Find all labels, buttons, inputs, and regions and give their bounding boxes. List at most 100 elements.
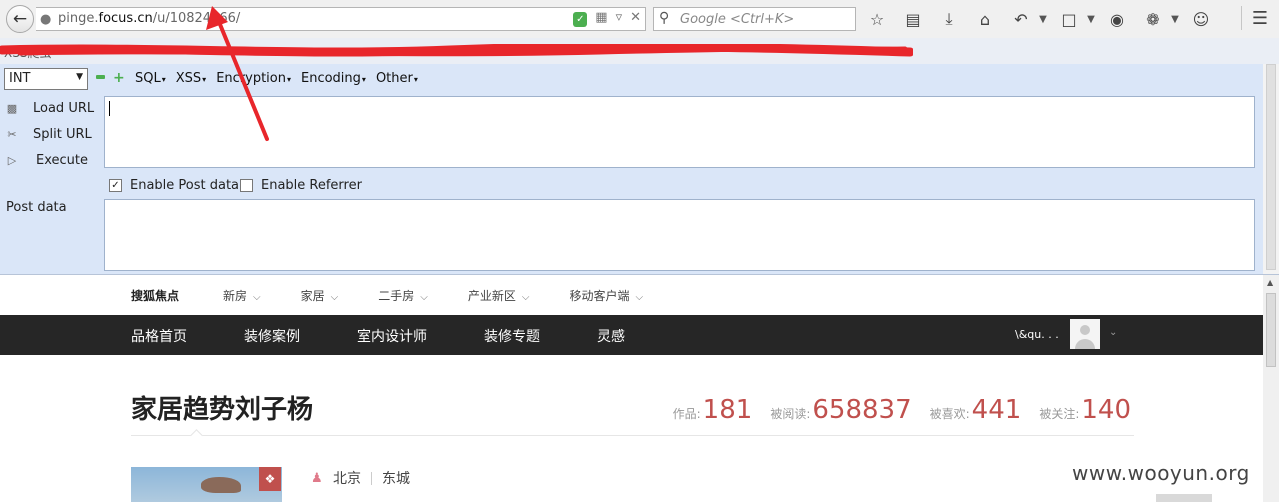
minus-icon[interactable]	[96, 75, 105, 79]
stat-views-label: 被阅读:	[770, 407, 811, 421]
plus-icon[interactable]: +	[113, 70, 125, 86]
scissors-icon: ✂	[7, 127, 17, 141]
close-icon[interactable]: ✕	[630, 10, 641, 27]
stat-followers-label: 被关注:	[1039, 407, 1080, 421]
location: ♟ 北京 东城	[311, 468, 410, 488]
stat-followers-value: 140	[1081, 395, 1131, 425]
chevron-down-icon[interactable]: ⌄	[1109, 327, 1117, 338]
bug-icon[interactable]: ❁	[1142, 8, 1164, 30]
web-page: 搜狐焦点 新房 家居 二手房 产业新区 移动客户端 品格首页 装修案例 室内设计…	[0, 275, 1263, 502]
split-url-button[interactable]: ✂ Split URL	[4, 126, 92, 142]
url-text[interactable]: pinge.focus.cn/u/10824366/	[58, 11, 240, 26]
scroll-up-icon[interactable]: ▲	[1267, 278, 1273, 287]
dropdown-arrow-icon[interactable]: ▿	[616, 10, 623, 27]
enable-post-label: Enable Post data	[130, 178, 240, 193]
nav-cases[interactable]: 装修案例	[244, 326, 300, 346]
stat-works-value: 181	[702, 395, 753, 425]
url-prefix: pinge.	[58, 11, 99, 26]
enable-referrer-checkbox[interactable]: Enable Referrer	[240, 178, 362, 193]
nav-designers[interactable]: 室内设计师	[357, 326, 427, 346]
enable-post-checkbox[interactable]: ✓ Enable Post data	[109, 178, 239, 193]
bug-dropdown-icon[interactable]: ▼	[1170, 8, 1180, 30]
smiley-icon[interactable]: ☺	[1190, 8, 1212, 30]
subnav-industry[interactable]: 产业新区	[468, 287, 530, 304]
main-nav: 品格首页 装修案例 室内设计师 装修专题 灵感 \&qu. . . ⌄	[0, 315, 1263, 355]
crop-dropdown-icon[interactable]: ▼	[1086, 8, 1096, 30]
browser-navbar: ← ● pinge.focus.cn/u/10824366/ ✓ ▦ ▿ ✕ ⚲…	[0, 0, 1279, 38]
stat-views-value: 658837	[812, 395, 912, 425]
qr-code-icon[interactable]: ▦	[595, 10, 607, 27]
back-arrow-icon[interactable]: ←	[6, 5, 34, 33]
divider-pointer	[190, 429, 203, 442]
search-icon: ⚲	[659, 10, 670, 26]
profile-stats: 作品: 181 被阅读: 658837 被喜欢: 441 被关注: 140	[655, 395, 1131, 425]
execute-button[interactable]: ▷ Execute	[4, 152, 88, 168]
checkbox-unchecked-icon	[240, 179, 253, 192]
stat-likes-label: 被喜欢:	[929, 407, 970, 421]
crop-icon[interactable]: □	[1058, 8, 1080, 30]
bookmark-star-icon[interactable]: ☆	[866, 8, 888, 30]
url-bar[interactable]: ● pinge.focus.cn/u/10824366/ ✓ ▦ ▿ ✕	[36, 7, 646, 31]
url-textarea[interactable]	[104, 96, 1255, 168]
redaction-scribble	[0, 44, 913, 57]
brand-link[interactable]: 搜狐焦点	[131, 287, 179, 304]
page-scroll-thumb[interactable]	[1266, 293, 1276, 367]
top-subnav: 搜狐焦点 新房 家居 二手房 产业新区 移动客户端	[0, 275, 1263, 315]
load-url-icon: ▩	[6, 101, 18, 115]
hackbar-scrollbar[interactable]	[1263, 64, 1279, 274]
award-ribbon-icon: ❖	[259, 467, 281, 491]
location-district: 东城	[382, 471, 410, 487]
undo-dropdown-icon[interactable]: ▼	[1038, 8, 1048, 30]
undo-icon[interactable]: ↶	[1010, 8, 1032, 30]
nav-topics[interactable]: 装修专题	[484, 326, 540, 346]
type-select[interactable]: INT ▼	[4, 68, 88, 90]
hackbar-scroll-thumb[interactable]	[1266, 64, 1276, 270]
watermark: www.wooyun.org	[1072, 461, 1250, 485]
page-scrollbar[interactable]: ▲	[1263, 275, 1279, 502]
search-placeholder: Google <Ctrl+K>	[680, 12, 795, 27]
menu-sql[interactable]: SQL	[135, 71, 166, 86]
url-path: /u/10824366/	[152, 11, 241, 26]
stat-works-label: 作品:	[672, 407, 701, 421]
checkbox-checked-icon: ✓	[109, 179, 122, 192]
menu-other[interactable]: Other	[376, 71, 418, 86]
home-icon[interactable]: ⌂	[974, 8, 996, 30]
hamburger-menu-icon[interactable]: ☰	[1249, 7, 1271, 29]
avatar-head-shape	[1080, 325, 1090, 335]
post-data-label: Post data	[6, 200, 67, 215]
subnav-new-homes[interactable]: 新房	[223, 287, 261, 304]
search-bar[interactable]: ⚲ Google <Ctrl+K>	[653, 7, 856, 31]
download-icon[interactable]: ⤓	[938, 8, 960, 30]
split-url-label: Split URL	[33, 126, 92, 142]
grey-button-fragment[interactable]	[1156, 494, 1212, 502]
avatar[interactable]	[1070, 319, 1100, 349]
location-separator	[371, 471, 372, 485]
nav-inspiration[interactable]: 灵感	[597, 326, 625, 346]
text-caret	[109, 101, 110, 116]
menu-encoding[interactable]: Encoding	[301, 71, 366, 86]
menu-encryption[interactable]: Encryption	[216, 71, 291, 86]
load-url-button[interactable]: ▩ Load URL	[4, 100, 94, 116]
profile-name: 家居趋势刘子杨	[131, 395, 314, 425]
play-icon: ▷	[7, 153, 17, 167]
stat-likes-value: 441	[971, 395, 1022, 425]
nav-home[interactable]: 品格首页	[131, 326, 187, 346]
subnav-second-hand[interactable]: 二手房	[378, 287, 428, 304]
avatar-body-shape	[1075, 339, 1095, 349]
post-data-textarea[interactable]	[104, 199, 1255, 271]
menu-xss[interactable]: XSS	[176, 71, 206, 86]
chat-bubble-icon[interactable]: ◉	[1106, 8, 1128, 30]
hackbar-panel: INT ▼ + SQL XSS Encryption Encoding Othe…	[0, 64, 1279, 275]
subnav-home-decor[interactable]: 家居	[301, 287, 339, 304]
user-location-icon: ♟	[311, 471, 323, 486]
user-name[interactable]: \&qu. . .	[1015, 328, 1059, 341]
globe-icon: ●	[40, 12, 52, 27]
subnav-mobile[interactable]: 移动客户端	[569, 287, 643, 304]
location-city: 北京	[333, 471, 361, 487]
load-url-label: Load URL	[33, 100, 95, 116]
url-domain: focus.cn	[98, 11, 153, 26]
enable-referrer-label: Enable Referrer	[261, 178, 362, 193]
type-select-value: INT	[9, 71, 31, 86]
reading-list-icon[interactable]: ▤	[902, 8, 924, 30]
shield-icon[interactable]: ✓	[573, 12, 588, 27]
